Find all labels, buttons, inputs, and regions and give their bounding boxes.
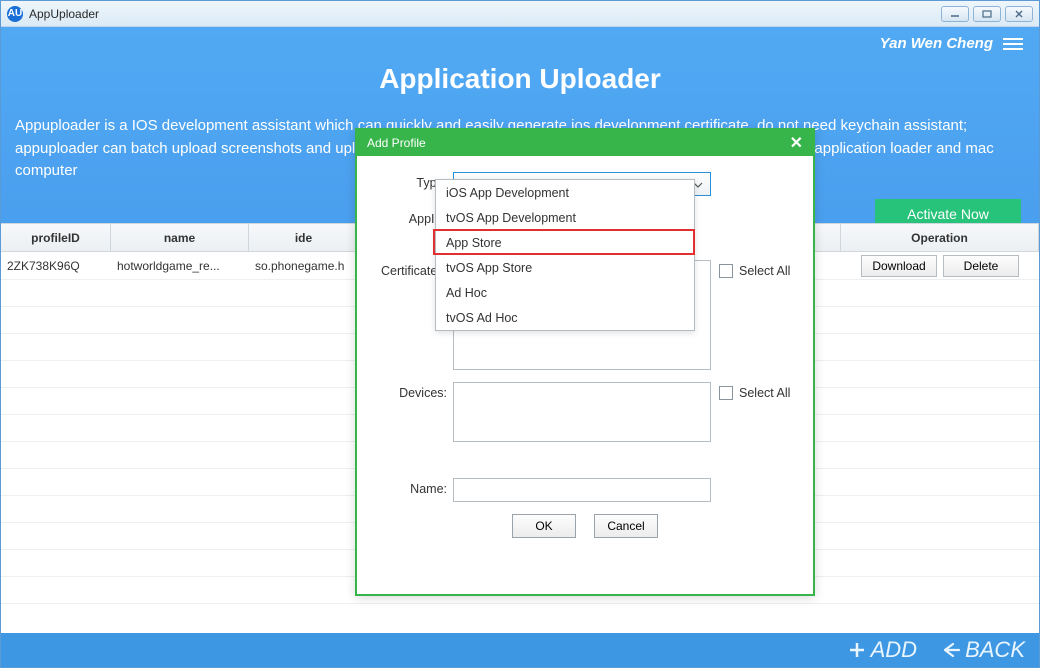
name-label: Name: xyxy=(375,478,453,496)
user-name: Yan Wen Cheng xyxy=(880,35,993,52)
devices-listbox[interactable] xyxy=(453,382,711,442)
download-button[interactable]: Download xyxy=(861,255,937,277)
window-titlebar: AU AppUploader xyxy=(1,1,1039,27)
type-option-tvos-app-store[interactable]: tvOS App Store xyxy=(436,255,694,280)
page-title: Application Uploader xyxy=(15,63,1025,95)
type-option-tvos-ad-hoc[interactable]: tvOS Ad Hoc xyxy=(436,305,694,330)
col-header-identifier: ide xyxy=(249,224,359,251)
back-arrow-icon xyxy=(941,640,961,660)
col-header-profileid: profileID xyxy=(1,224,111,251)
footer-bar: ADD BACK xyxy=(1,633,1039,667)
devices-select-all-label: Select All xyxy=(739,386,790,400)
devices-label: Devices: xyxy=(375,382,453,400)
type-option-ios-dev[interactable]: iOS App Development xyxy=(436,180,694,205)
cancel-button[interactable]: Cancel xyxy=(594,514,658,538)
type-option-ad-hoc[interactable]: Ad Hoc xyxy=(436,280,694,305)
ok-button[interactable]: OK xyxy=(512,514,576,538)
type-dropdown-list: iOS App Development tvOS App Development… xyxy=(435,179,695,331)
close-button[interactable] xyxy=(1005,6,1033,22)
dialog-close-icon[interactable]: ✕ xyxy=(790,133,803,153)
delete-button[interactable]: Delete xyxy=(943,255,1019,277)
minimize-button[interactable] xyxy=(941,6,969,22)
certificates-select-all-checkbox[interactable] xyxy=(719,264,733,278)
dialog-title: Add Profile xyxy=(367,136,426,150)
back-button[interactable]: BACK xyxy=(941,637,1025,663)
window-title: AppUploader xyxy=(29,7,99,21)
cell-name: hotworldgame_re... xyxy=(111,252,249,279)
col-header-operation: Operation xyxy=(841,224,1039,251)
col-header-name: name xyxy=(111,224,249,251)
add-button[interactable]: ADD xyxy=(847,637,917,663)
certificates-select-all-label: Select All xyxy=(739,264,790,278)
cell-identifier: so.phonegame.h xyxy=(249,252,359,279)
devices-select-all-checkbox[interactable] xyxy=(719,386,733,400)
type-option-app-store[interactable]: App Store xyxy=(436,230,694,255)
name-input[interactable] xyxy=(453,478,711,502)
app-icon: AU xyxy=(7,6,23,22)
plus-icon xyxy=(847,640,867,660)
menu-icon[interactable] xyxy=(1003,38,1023,50)
type-option-tvos-dev[interactable]: tvOS App Development xyxy=(436,205,694,230)
maximize-button[interactable] xyxy=(973,6,1001,22)
back-label: BACK xyxy=(965,637,1025,663)
add-label: ADD xyxy=(871,637,917,663)
cell-profileid: 2ZK738K96Q xyxy=(1,252,111,279)
